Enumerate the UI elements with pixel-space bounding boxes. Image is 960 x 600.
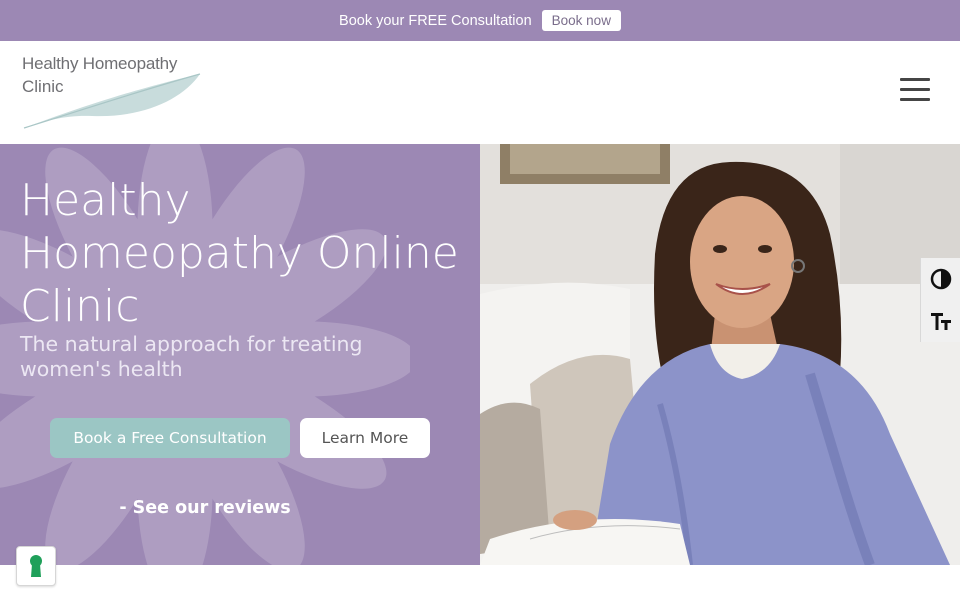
- promo-text: Book your FREE Consultation: [339, 12, 532, 29]
- hero-section: Healthy Homeopathy Online Clinic The nat…: [0, 144, 960, 565]
- hero-title: Healthy Homeopathy Online Clinic: [20, 175, 459, 332]
- see-reviews-link[interactable]: - See our reviews: [0, 498, 410, 518]
- logo-text-line1: Healthy Homeopathy: [22, 54, 178, 73]
- contrast-toggle-icon[interactable]: [921, 258, 960, 300]
- hero-panel: Healthy Homeopathy Online Clinic The nat…: [0, 144, 480, 565]
- promo-bar: Book your FREE Consultation Book now: [0, 0, 960, 41]
- hamburger-menu-icon[interactable]: [900, 78, 930, 102]
- clinic-logo[interactable]: Healthy Homeopathy Clinic: [22, 52, 208, 134]
- cookie-consent-badge[interactable]: [16, 546, 56, 586]
- logo-text-line2: Clinic: [22, 77, 64, 96]
- book-consultation-button[interactable]: Book a Free Consultation: [50, 418, 290, 458]
- hero-subtitle: The natural approach for treating women'…: [20, 332, 363, 381]
- keyhole-icon: [30, 555, 42, 577]
- font-size-icon[interactable]: [921, 300, 960, 342]
- accessibility-toolbar: [920, 258, 960, 342]
- smiling-woman-photo: [480, 144, 960, 565]
- hero-photo: [480, 144, 960, 565]
- learn-more-button[interactable]: Learn More: [300, 418, 430, 458]
- book-now-button[interactable]: Book now: [541, 10, 621, 31]
